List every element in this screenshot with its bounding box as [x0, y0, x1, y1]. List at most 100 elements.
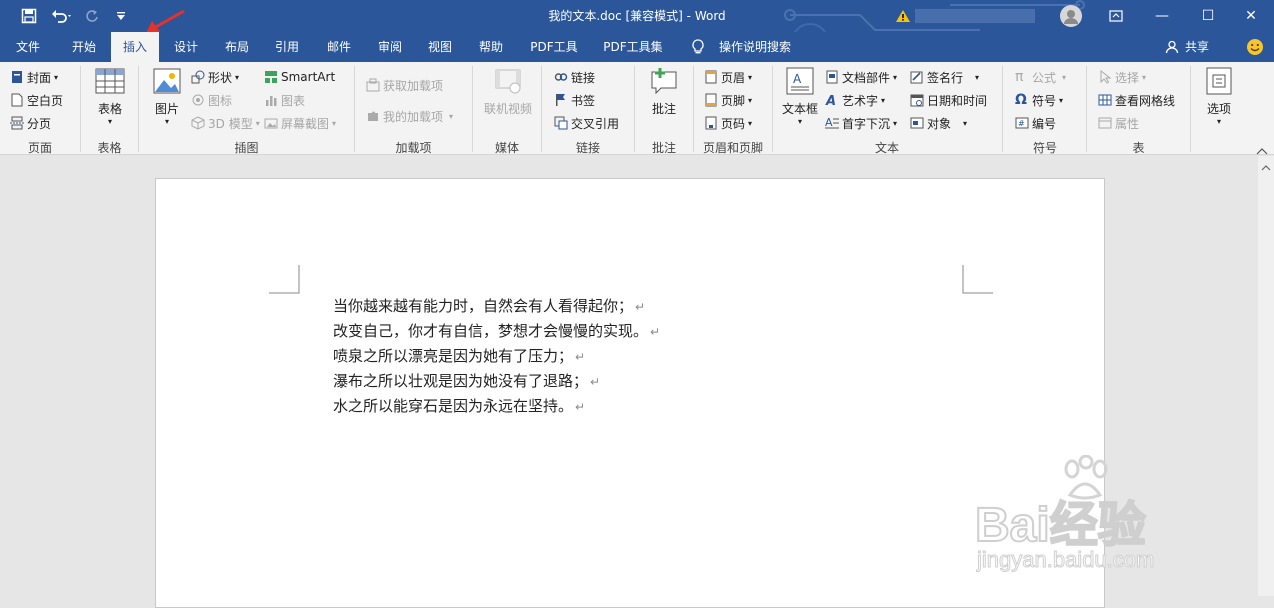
picture-button[interactable]: 图片 ▾: [148, 66, 186, 126]
account-name-blur: [915, 9, 1035, 23]
minimize-button[interactable]: —: [1139, 0, 1185, 32]
cube-icon: [191, 116, 205, 130]
quick-parts-button[interactable]: 文档部件 ▾: [825, 67, 897, 87]
document-line-4[interactable]: 瀑布之所以壮观是因为她没有了退路； ↵: [333, 370, 600, 391]
3d-model-button[interactable]: 3D 模型 ▾: [191, 113, 260, 133]
group-label-pages: 页面: [27, 141, 52, 155]
options-button[interactable]: 选项 ▾: [1198, 66, 1240, 126]
vertical-scrollbar[interactable]: [1258, 156, 1274, 596]
screenshot-button[interactable]: 屏幕截图 ▾: [264, 113, 336, 133]
drop-cap-button[interactable]: A 首字下沉 ▾: [825, 113, 897, 133]
group-label-addins: 加载项: [395, 141, 432, 155]
omega-icon: Ω: [1015, 92, 1027, 108]
tab-view[interactable]: 视图: [416, 32, 464, 62]
textbox-button[interactable]: A 文本框 ▾: [779, 66, 821, 126]
document-page[interactable]: 当你越来越有能力时，自然会有人看得起你； ↵ 改变自己，你才有自信，梦想才会慢慢的…: [155, 178, 1105, 608]
page-number-button[interactable]: 页码 ▾: [704, 113, 752, 133]
scroll-up-icon[interactable]: [1258, 160, 1274, 176]
comment-icon: [651, 68, 677, 95]
page-break-button[interactable]: 分页: [10, 113, 51, 133]
group-separator: [1190, 66, 1191, 152]
view-gridlines-button[interactable]: 查看网格线: [1098, 90, 1175, 110]
tell-me-search[interactable]: 操作说明搜索: [713, 32, 797, 62]
ribbon-display-options-icon[interactable]: [1093, 0, 1139, 32]
avatar[interactable]: [1058, 5, 1084, 27]
object-button[interactable]: 对象 ▾: [910, 113, 967, 133]
ribbon: 封面 ▾ 空白页 分页 页面 表格 ▾ 表格 图片 ▾ 形状 ▾ 图标 3D 模型 ▾…: [0, 62, 1274, 155]
drop-cap-icon: A: [825, 116, 839, 129]
title-bar: 我的文本.doc [兼容模式] - Word — ☐ ✕: [0, 0, 1274, 61]
tab-references[interactable]: 引用: [263, 32, 311, 62]
comment-button[interactable]: 批注: [642, 66, 686, 117]
page-number-icon: [705, 116, 717, 130]
document-line-5[interactable]: 水之所以能穿石是因为永远在坚持。 ↵: [333, 395, 585, 416]
baidu-watermark: Bai经验 jingyan.baidu.com: [974, 455, 1235, 575]
svg-text:A: A: [793, 72, 802, 86]
maximize-button[interactable]: ☐: [1185, 0, 1231, 32]
online-video-button[interactable]: 联机视频: [480, 66, 536, 117]
person-icon[interactable]: [1162, 32, 1182, 62]
shapes-button[interactable]: 形状 ▾: [191, 67, 239, 87]
bookmark-button[interactable]: 书签: [554, 90, 595, 110]
tab-mailings[interactable]: 邮件: [315, 32, 363, 62]
tab-pdf-toolset[interactable]: PDF工具集: [594, 32, 672, 62]
document-line-3[interactable]: 喷泉之所以漂亮是因为她有了压力； ↵: [333, 345, 585, 366]
properties-button[interactable]: 属性: [1098, 113, 1139, 133]
document-line-1[interactable]: 当你越来越有能力时，自然会有人看得起你； ↵: [333, 295, 645, 316]
options-icon: [1206, 67, 1232, 95]
tab-file[interactable]: 文件: [0, 32, 56, 62]
select-button[interactable]: 选择 ▾: [1098, 67, 1146, 87]
wordart-button[interactable]: A 艺术字 ▾: [825, 90, 885, 110]
header-icon: [705, 70, 717, 84]
lightbulb-icon[interactable]: [688, 32, 708, 62]
footer-button[interactable]: 页脚 ▾: [704, 90, 752, 110]
icons-button[interactable]: 图标: [191, 90, 232, 110]
collapse-ribbon-icon[interactable]: [1256, 144, 1270, 155]
tab-pdf-tools[interactable]: PDF工具: [519, 32, 589, 62]
tab-home[interactable]: 开始: [58, 32, 110, 62]
chart-icon: [266, 96, 277, 106]
ribbon-tabs: 文件 开始 插入 设计 布局 引用 邮件 审阅 视图 帮助 PDF工具 PDF工…: [0, 32, 1274, 62]
blank-page-icon: [11, 93, 23, 107]
signature-icon: [910, 71, 923, 84]
link-icon: [554, 73, 568, 81]
tab-insert[interactable]: 插入: [111, 32, 159, 62]
watermark-url: jingyan.baidu.com: [976, 547, 1155, 573]
cross-reference-icon: [554, 116, 568, 130]
close-button[interactable]: ✕: [1228, 0, 1274, 32]
puzzle-icon: [368, 111, 378, 121]
my-addins-button[interactable]: 我的加载项 ▾: [366, 106, 453, 126]
textbox-icon: A: [786, 67, 814, 95]
watermark-brand: Bai经验: [974, 498, 1147, 553]
chart-button[interactable]: 图表: [264, 90, 305, 110]
tab-help[interactable]: 帮助: [467, 32, 515, 62]
store-icon: [366, 78, 380, 92]
header-button[interactable]: 页眉 ▾: [704, 67, 752, 87]
date-time-button[interactable]: 日期和时间: [910, 90, 987, 110]
document-line-2[interactable]: 改变自己，你才有自信，梦想才会慢慢的实现。 ↵: [333, 320, 660, 341]
smiley-feedback-icon[interactable]: [1242, 32, 1268, 62]
tab-design[interactable]: 设计: [162, 32, 210, 62]
link-button[interactable]: 链接: [554, 67, 595, 87]
cover-page-button[interactable]: 封面 ▾: [10, 67, 58, 87]
tab-review[interactable]: 审阅: [366, 32, 414, 62]
signature-line-button[interactable]: 签名行 ▾: [910, 67, 979, 87]
group-label-illustrations: 插图: [234, 141, 259, 155]
smartart-button[interactable]: SmartArt: [264, 67, 335, 87]
number-icon: #: [1015, 117, 1029, 129]
group-label-tables: 表格: [97, 141, 122, 155]
equation-button[interactable]: π 公式 ▾: [1015, 67, 1066, 87]
table-button[interactable]: 表格 ▾: [88, 66, 132, 126]
svg-text:A: A: [825, 116, 833, 129]
smartart-icon: [265, 71, 277, 83]
symbol-button[interactable]: Ω 符号 ▾: [1015, 90, 1063, 110]
pi-icon: π: [1015, 69, 1024, 85]
warning-icon[interactable]: [893, 5, 913, 27]
share-button[interactable]: 共享: [1182, 32, 1212, 62]
numbering-button[interactable]: # 编号: [1015, 113, 1056, 133]
tab-layout[interactable]: 布局: [213, 32, 261, 62]
blank-page-button[interactable]: 空白页: [10, 90, 63, 110]
get-addins-button[interactable]: 获取加载项: [366, 75, 443, 95]
object-icon: [910, 117, 924, 129]
cross-reference-button[interactable]: 交叉引用: [554, 113, 619, 133]
